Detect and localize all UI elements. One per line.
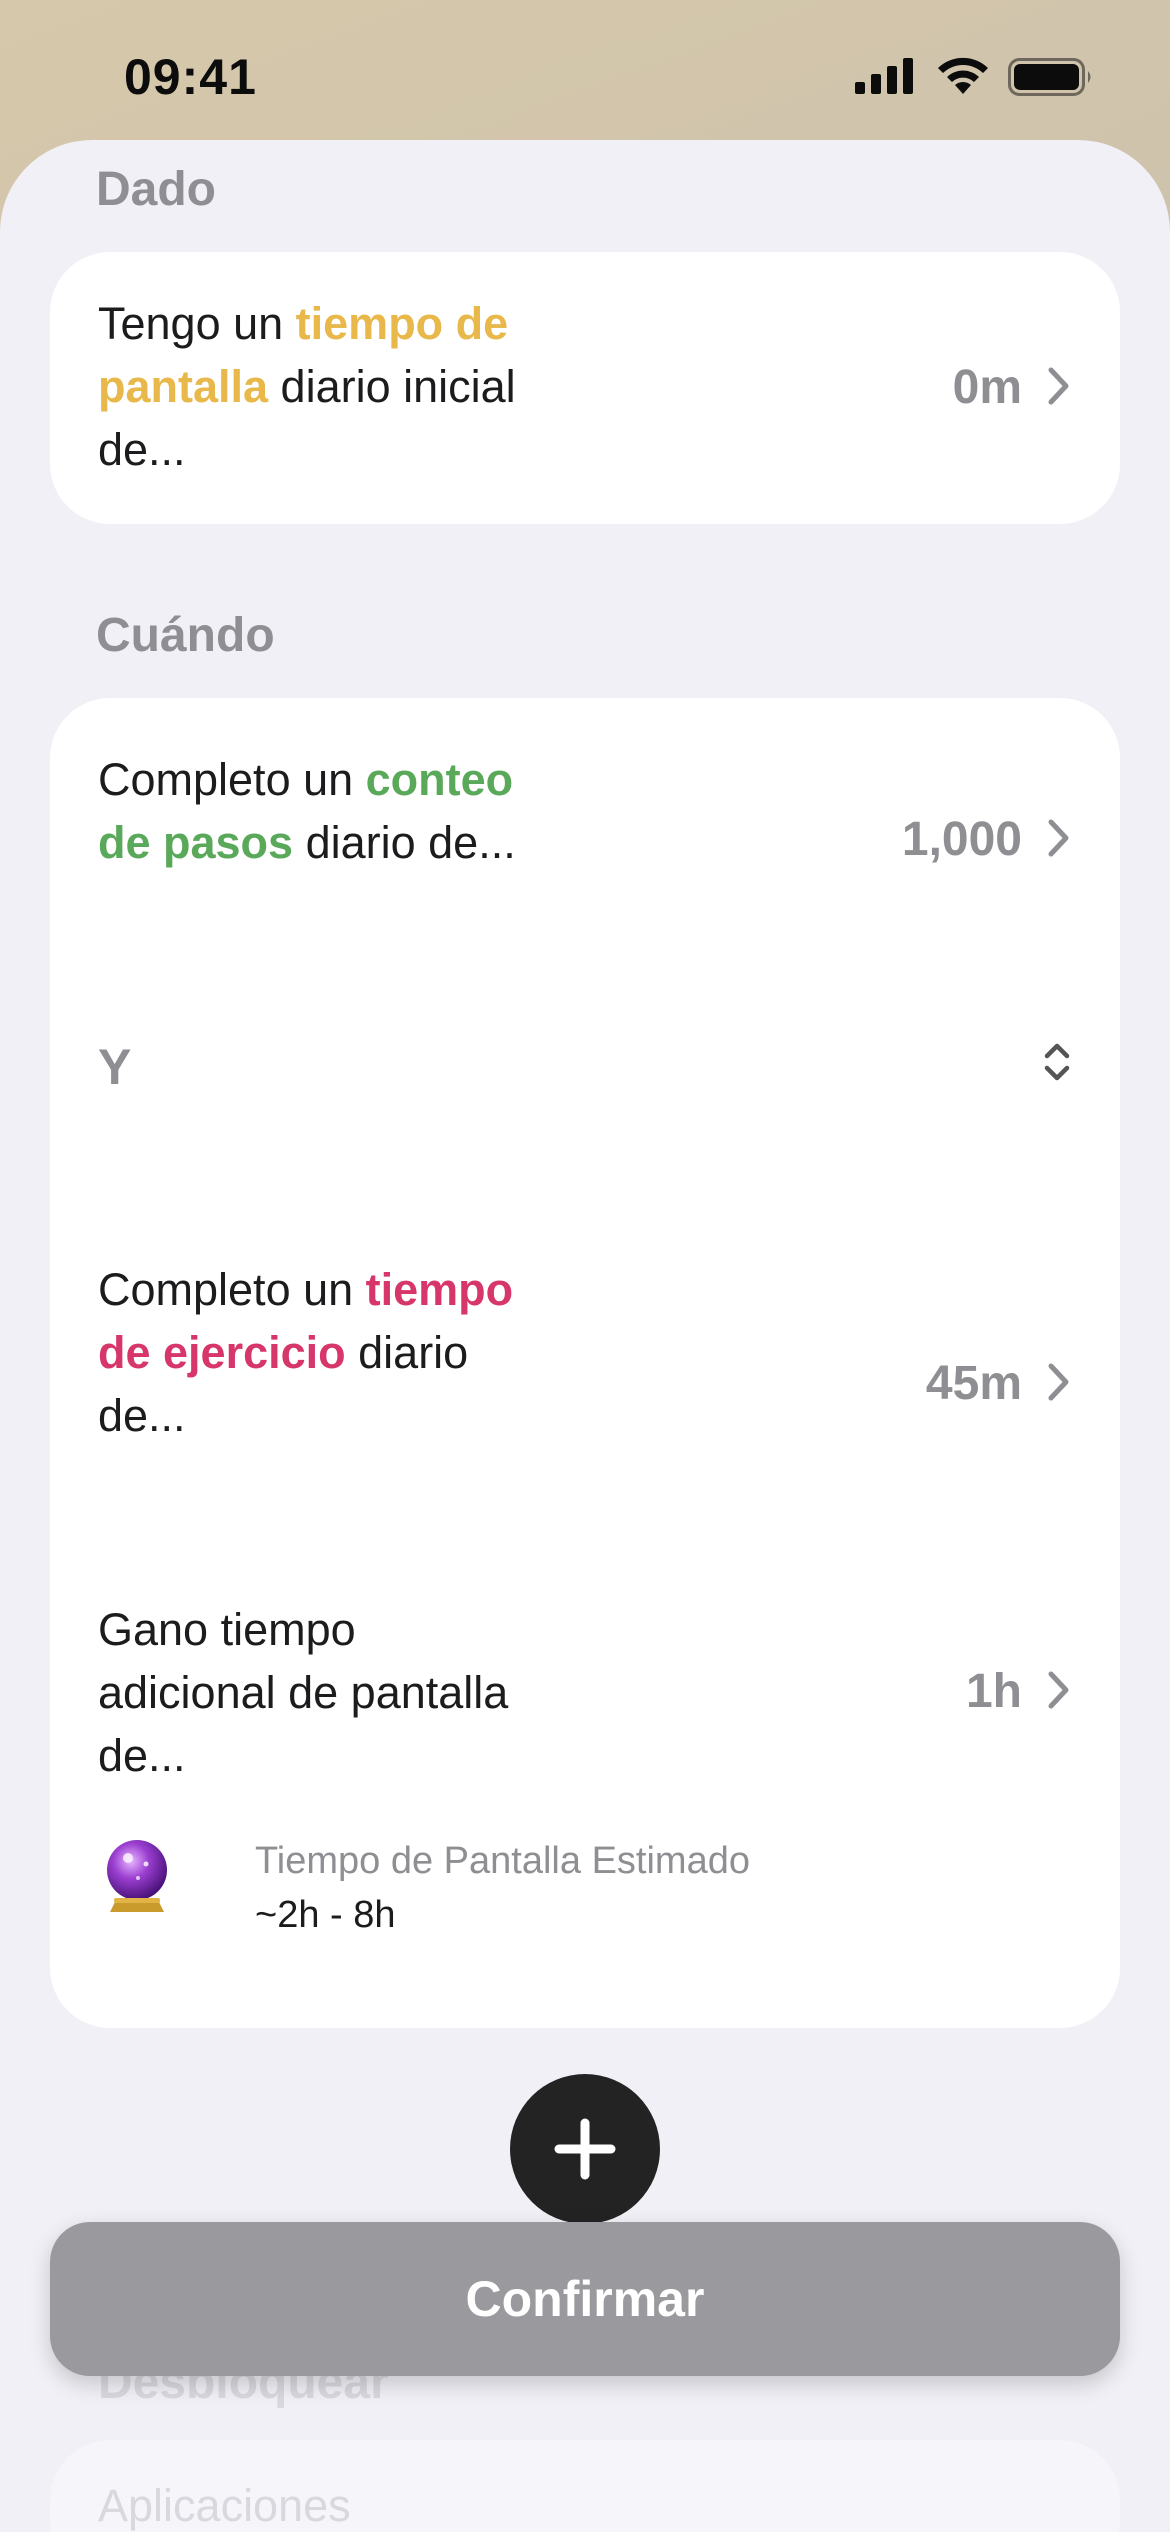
wifi-icon bbox=[938, 57, 988, 94]
confirm-button[interactable]: Confirmar bbox=[50, 2222, 1120, 2376]
chevron-right-icon bbox=[1048, 819, 1069, 857]
operator-label: Y bbox=[98, 1039, 132, 1095]
exercise-time-value: 45m bbox=[925, 1357, 1022, 1410]
operator-selector[interactable]: Y bbox=[98, 1008, 1072, 1118]
starting-screen-time-row[interactable]: Tengo un tiempo de pantalla diario inici… bbox=[98, 292, 1072, 484]
when-card: Completo un conteo de pasos diario de...… bbox=[50, 698, 1120, 2028]
starting-screen-time-value: 0m bbox=[952, 361, 1022, 414]
apps-label: Aplicaciones bbox=[98, 2480, 351, 2531]
exercise-time-row[interactable]: Completo un tiempo de ejercicio diario d… bbox=[98, 1258, 1072, 1518]
add-condition-button[interactable] bbox=[510, 2074, 660, 2224]
estimate-value: ~2h - 8h bbox=[255, 1894, 396, 1936]
status-bar: 09:41 bbox=[0, 0, 1170, 150]
bonus-screen-time-row[interactable]: Gano tiempo adicional de pantalla de... … bbox=[98, 1598, 1072, 1790]
starting-screen-time-label: Tengo un tiempo de pantalla diario inici… bbox=[98, 298, 516, 475]
battery-icon bbox=[1008, 58, 1091, 96]
step-count-label: Completo un conteo de pasos diario de... bbox=[98, 754, 516, 868]
bonus-screen-time-value: 1h bbox=[965, 1665, 1022, 1718]
plus-icon bbox=[554, 2118, 616, 2180]
section-title-given: Dado bbox=[96, 163, 216, 216]
crystal-ball-icon bbox=[107, 1840, 167, 1912]
chevron-right-icon bbox=[1048, 1671, 1069, 1709]
exercise-time-label: Completo un tiempo de ejercicio diario d… bbox=[98, 1264, 514, 1441]
apps-card: Aplicaciones bbox=[50, 2440, 1120, 2532]
chevron-right-icon bbox=[1048, 1363, 1069, 1401]
step-count-row[interactable]: Completo un conteo de pasos diario de...… bbox=[98, 748, 1072, 940]
section-title-when: Cuándo bbox=[96, 609, 275, 662]
given-card: Tengo un tiempo de pantalla diario inici… bbox=[50, 252, 1120, 524]
bonus-screen-time-label: Gano tiempo adicional de pantalla de... bbox=[98, 1604, 509, 1781]
status-time: 09:41 bbox=[124, 49, 257, 105]
step-count-value: 1,000 bbox=[901, 813, 1022, 866]
chevron-right-icon bbox=[1048, 367, 1069, 405]
cellular-signal-icon bbox=[855, 58, 913, 94]
estimate-title: Tiempo de Pantalla Estimado bbox=[255, 1840, 750, 1882]
chevron-up-down-icon bbox=[1044, 1043, 1070, 1081]
